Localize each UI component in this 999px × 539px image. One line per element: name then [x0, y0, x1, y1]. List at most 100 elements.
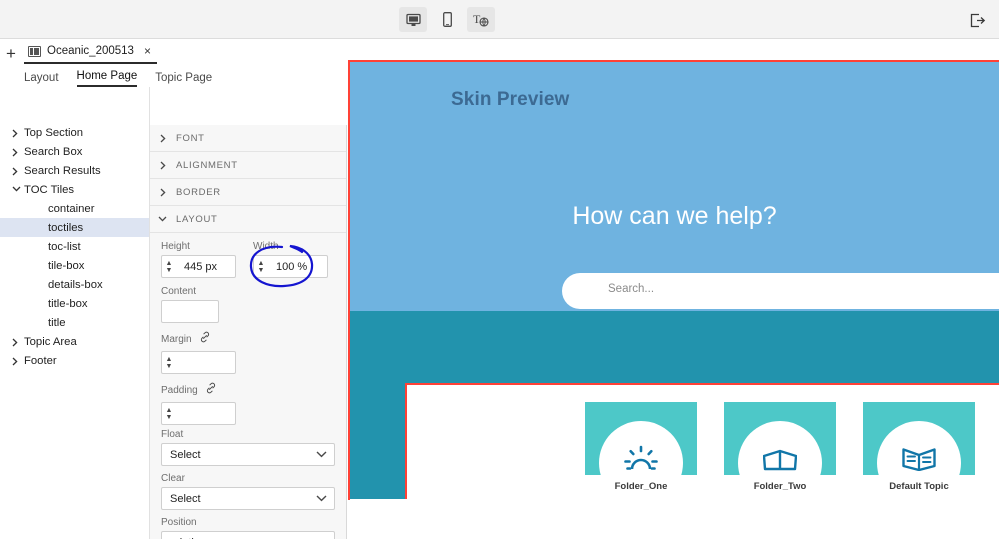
- caret-down-icon[interactable]: ▼: [166, 415, 173, 420]
- clear-label: Clear: [161, 473, 335, 484]
- chevron-down-icon[interactable]: [12, 186, 20, 194]
- tile-thumbnail: [724, 402, 836, 475]
- tree-item-label: Top Section: [24, 127, 83, 139]
- margin-input[interactable]: [177, 352, 235, 373]
- tree-item-toc-tiles[interactable]: TOC Tiles: [0, 180, 149, 199]
- float-select[interactable]: Select: [161, 443, 335, 466]
- height-spinner-arrows[interactable]: ▲ ▼: [162, 256, 177, 277]
- height-input[interactable]: 445 px: [177, 256, 235, 277]
- preview-heading: How can we help?: [350, 202, 999, 231]
- width-stepper[interactable]: ▲ ▼ 100 %: [253, 255, 328, 278]
- toctiles-container[interactable]: Folder_One Folder_Two: [405, 383, 999, 499]
- padding-input[interactable]: [177, 403, 235, 424]
- list-item[interactable]: Default Topic: [863, 402, 975, 492]
- close-icon[interactable]: ×: [140, 44, 151, 58]
- tile-label: Folder_One: [585, 481, 697, 492]
- caret-up-icon[interactable]: ▲: [166, 408, 173, 413]
- tile-label: Default Topic: [863, 481, 975, 492]
- search-placeholder: Search...: [608, 283, 654, 295]
- tab-layout[interactable]: Layout: [24, 72, 59, 87]
- document-tab[interactable]: Oceanic_200513 ×: [24, 42, 157, 64]
- tab-topic-page[interactable]: Topic Page: [155, 72, 212, 87]
- skin-component-tree[interactable]: Top Section Search Box Search Results TOC T…: [0, 87, 150, 539]
- tree-item-toctiles[interactable]: toctiles: [0, 218, 149, 237]
- top-toolbar: T: [0, 0, 999, 39]
- tile-thumbnail: [863, 402, 975, 475]
- list-item[interactable]: Folder_One: [585, 402, 697, 492]
- tree-item-title[interactable]: title: [0, 313, 149, 332]
- padding-spinner-arrows[interactable]: ▲ ▼: [162, 403, 177, 424]
- mobile-preview-button[interactable]: [433, 7, 461, 32]
- position-select[interactable]: relative: [161, 531, 335, 539]
- chain-link-icon[interactable]: [199, 330, 211, 348]
- tree-item-label: Search Box: [24, 146, 82, 158]
- tree-item-label: Topic Area: [24, 336, 77, 348]
- add-tab-button[interactable]: +: [2, 45, 20, 63]
- caret-up-icon[interactable]: ▲: [166, 261, 173, 266]
- chevron-right-icon[interactable]: [12, 129, 20, 137]
- height-stepper[interactable]: ▲ ▼ 445 px: [161, 255, 236, 278]
- tree-item-topic-area[interactable]: Topic Area: [0, 332, 149, 351]
- tree-item-top-section[interactable]: Top Section: [0, 123, 149, 142]
- clear-select-value: Select: [170, 493, 201, 505]
- chevron-right-icon[interactable]: [12, 357, 20, 365]
- section-layout[interactable]: LAYOUT: [150, 206, 346, 233]
- editor-left-panel: + Oceanic_200513 × Layout Home Page Topi…: [0, 39, 348, 500]
- tree-item-footer[interactable]: Footer: [0, 351, 149, 370]
- width-input[interactable]: 100 %: [269, 256, 327, 277]
- desktop-preview-button[interactable]: [399, 7, 427, 32]
- caret-up-icon[interactable]: ▲: [258, 261, 265, 266]
- margin-spinner-arrows[interactable]: ▲ ▼: [162, 352, 177, 373]
- chevron-right-icon[interactable]: [12, 338, 20, 346]
- section-alignment[interactable]: ALIGNMENT: [150, 152, 346, 179]
- tree-item-search-box[interactable]: Search Box: [0, 142, 149, 161]
- chain-link-icon[interactable]: [205, 381, 217, 399]
- chevron-right-icon[interactable]: [12, 148, 20, 156]
- chevron-right-icon: [158, 161, 167, 170]
- tree-item-tile-box[interactable]: tile-box: [0, 256, 149, 275]
- section-layout-label: LAYOUT: [176, 214, 218, 225]
- tile-thumbnail: [585, 402, 697, 475]
- content-label: Content: [161, 286, 335, 297]
- content-input[interactable]: [161, 300, 219, 323]
- tree-item-search-results[interactable]: Search Results: [0, 161, 149, 180]
- section-alignment-label: ALIGNMENT: [176, 160, 238, 171]
- section-font[interactable]: FONT: [150, 125, 346, 152]
- tree-item-container[interactable]: container: [0, 199, 149, 218]
- padding-stepper[interactable]: ▲ ▼: [161, 402, 236, 425]
- chevron-right-icon[interactable]: [12, 167, 20, 175]
- svg-text:T: T: [473, 12, 481, 26]
- tree-item-label: Search Results: [24, 165, 101, 177]
- translate-preview-button[interactable]: T: [467, 7, 495, 32]
- desktop-icon: [406, 13, 421, 27]
- tree-item-label: container: [48, 203, 94, 215]
- clear-select[interactable]: Select: [161, 487, 335, 510]
- width-label: Width: [253, 241, 328, 252]
- tree-item-title-box[interactable]: title-box: [0, 294, 149, 313]
- section-border[interactable]: BORDER: [150, 179, 346, 206]
- caret-up-icon[interactable]: ▲: [166, 357, 173, 362]
- width-spinner-arrows[interactable]: ▲ ▼: [254, 256, 269, 277]
- tab-home-page[interactable]: Home Page: [77, 70, 138, 87]
- caret-down-icon[interactable]: ▼: [258, 268, 265, 273]
- caret-down-icon[interactable]: ▼: [166, 364, 173, 369]
- list-item[interactable]: Folder_Two: [724, 402, 836, 492]
- tree-item-label: toc-list: [48, 241, 81, 253]
- search-input[interactable]: Search...: [562, 273, 999, 309]
- chevron-down-icon: [316, 451, 327, 458]
- tile-label: Folder_Two: [724, 481, 836, 492]
- tree-item-toc-list[interactable]: toc-list: [0, 237, 149, 256]
- sun-icon: [624, 443, 658, 471]
- caret-down-icon[interactable]: ▼: [166, 268, 173, 273]
- tree-item-label: details-box: [48, 279, 103, 291]
- mobile-icon: [443, 12, 452, 27]
- section-border-label: BORDER: [176, 187, 221, 198]
- skin-preview-canvas: Skin Preview How can we help? Search...: [348, 39, 999, 500]
- exit-button[interactable]: [967, 9, 989, 31]
- float-label: Float: [161, 429, 335, 440]
- margin-stepper[interactable]: ▲ ▼: [161, 351, 236, 374]
- exit-icon: [970, 13, 986, 28]
- open-book-icon: [902, 443, 936, 471]
- tree-item-details-box[interactable]: details-box: [0, 275, 149, 294]
- float-select-value: Select: [170, 449, 201, 461]
